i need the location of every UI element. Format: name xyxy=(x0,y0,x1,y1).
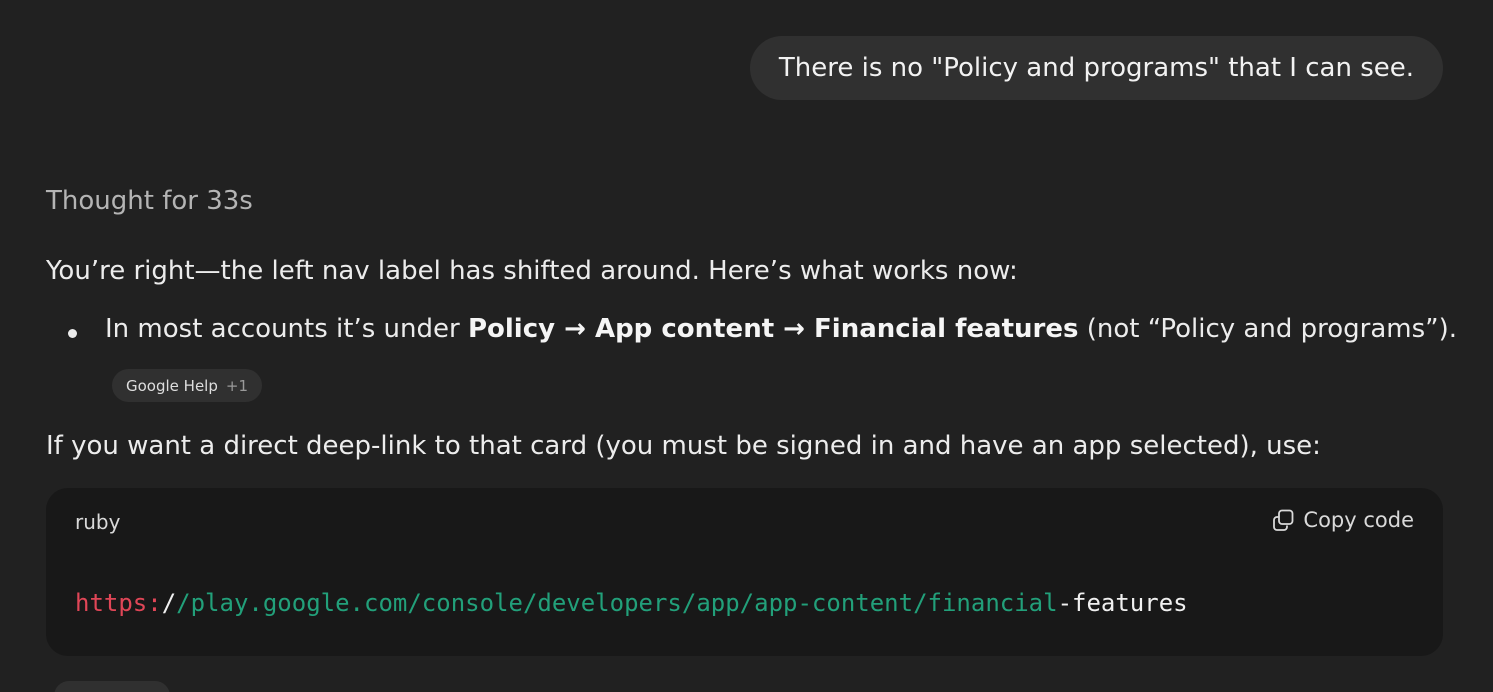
user-message-text: There is no "Policy and programs" that I… xyxy=(778,53,1414,83)
code-token-tail: -features xyxy=(1057,589,1188,617)
partial-chip[interactable] xyxy=(54,681,170,692)
chat-page: There is no "Policy and programs" that I… xyxy=(0,0,1493,692)
assistant-deeplink-text: If you want a direct deep-link to that c… xyxy=(46,431,1321,461)
bullet-nav-path: Policy → App content → Financial feature… xyxy=(467,314,1079,344)
list-item: In most accounts it’s under Policy → App… xyxy=(46,314,1457,344)
code-language-label: ruby xyxy=(75,510,121,534)
thought-duration-toggle[interactable]: Thought for 33s xyxy=(46,186,253,216)
code-token-path: /play.google.com/console/developers/app/… xyxy=(176,589,1058,617)
code-token-protocol: https: xyxy=(75,589,162,617)
bullet-dot xyxy=(68,329,77,338)
bullet-prefix-text: In most accounts it’s under xyxy=(105,314,468,344)
source-citation-chip[interactable]: Google Help +1 xyxy=(112,369,262,402)
source-chip-label: Google Help xyxy=(126,376,218,395)
copy-icon xyxy=(1271,508,1295,532)
copy-code-label: Copy code xyxy=(1303,508,1414,532)
copy-code-button[interactable]: Copy code xyxy=(1271,508,1414,532)
code-block: ruby Copy code https://play.google.com/c… xyxy=(46,488,1443,656)
assistant-intro-text: You’re right—the left nav label has shif… xyxy=(46,256,1018,286)
assistant-bullet-list: In most accounts it’s under Policy → App… xyxy=(46,314,1457,344)
code-token-slash: / xyxy=(161,589,177,617)
user-message-bubble: There is no "Policy and programs" that I… xyxy=(749,36,1443,100)
bullet-suffix-text: (not “Policy and programs”). xyxy=(1078,314,1458,344)
source-chip-count: +1 xyxy=(225,376,248,395)
code-line: https://play.google.com/console/develope… xyxy=(75,589,1188,617)
